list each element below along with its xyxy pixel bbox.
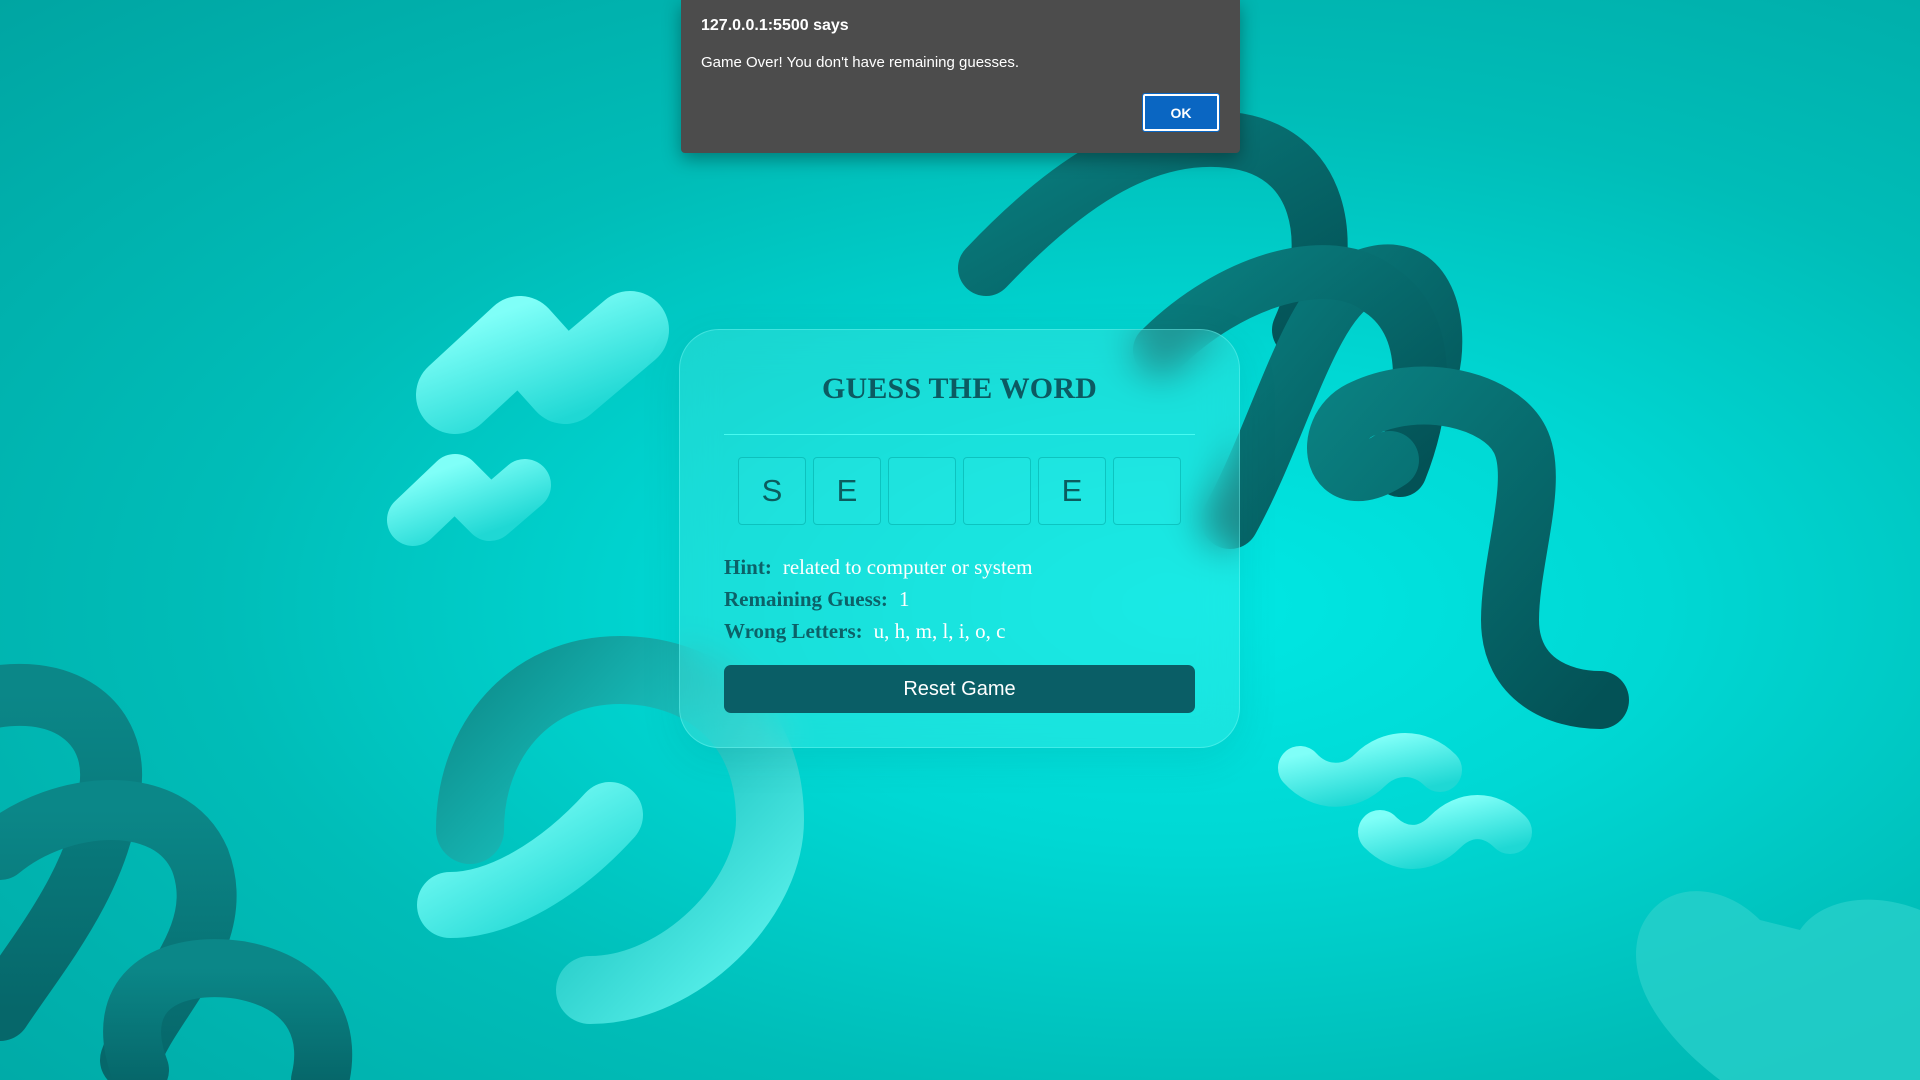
hint-value: related to computer or system: [782, 555, 1033, 579]
game-title: GUESS THE WORD: [821, 372, 1098, 405]
wrong-letters-row: Wrong Letters: u, h, m, l, i, o, c: [724, 615, 1195, 647]
letter-box[interactable]: E: [1038, 457, 1106, 525]
hint-label: Hint:: [724, 555, 772, 579]
letter-box[interactable]: E: [813, 457, 881, 525]
remaining-guess-label: Remaining Guess:: [724, 587, 888, 611]
wrong-letters-label: Wrong Letters:: [724, 619, 863, 643]
bg-wave-shape: [1278, 733, 1462, 807]
game-card: GUESS THE WORD S E E Hint: related to co…: [679, 329, 1240, 748]
dialog-title: 127.0.0.1:5500 says: [701, 17, 849, 34]
wrong-letters-value: u, h, m, l, i, o, c: [873, 619, 1006, 643]
reset-game-button[interactable]: Reset Game: [724, 665, 1195, 713]
remaining-guess-value: 1: [898, 587, 910, 611]
dialog-message: Game Over! You don't have remaining gues…: [701, 54, 1020, 71]
title-divider: [724, 434, 1195, 435]
letter-box[interactable]: [1113, 457, 1181, 525]
letter-box[interactable]: [888, 457, 956, 525]
ok-button[interactable]: OK: [1142, 93, 1220, 132]
bg-zigzag-shape: [416, 291, 669, 434]
remaining-guess-row: Remaining Guess: 1: [724, 583, 1195, 615]
letter-inputs: S E E: [724, 457, 1195, 525]
letter-box[interactable]: S: [738, 457, 806, 525]
hint-row: Hint: related to computer or system: [724, 551, 1195, 583]
alert-dialog: 127.0.0.1:5500 says Game Over! You don't…: [681, 0, 1240, 153]
letter-box[interactable]: [963, 457, 1031, 525]
game-details: Hint: related to computer or system Rema…: [724, 551, 1195, 647]
